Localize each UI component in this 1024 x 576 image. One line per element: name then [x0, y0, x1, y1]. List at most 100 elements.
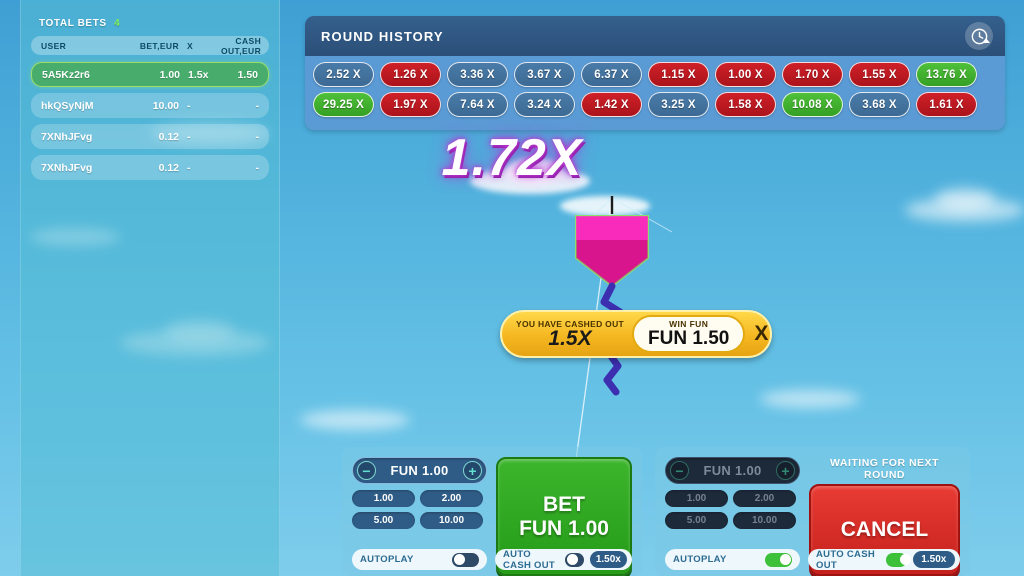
switch-knob [900, 554, 912, 565]
history-badge[interactable]: 1.55 X [849, 62, 910, 87]
bet-panel-right-footer: AUTOPLAY AUTO CASH OUT 1.50x [665, 548, 960, 571]
total-bets-count: 4 [114, 18, 121, 29]
bets-sidebar: TOTAL BETS 4 USER BET,EUR X CASH OUT,EUR… [20, 0, 280, 576]
history-badge[interactable]: 3.68 X [849, 92, 910, 117]
quick-amounts-left: 1.00 2.00 5.00 10.00 [352, 490, 487, 529]
chevron-up-icon [982, 38, 990, 43]
autoplay-toggle-right[interactable]: AUTOPLAY [665, 549, 800, 570]
autocashout-switch-left[interactable] [565, 552, 584, 567]
autoplay-switch-right[interactable] [765, 552, 792, 567]
win-pill: WIN FUN FUN 1.50 [632, 315, 746, 353]
round-history-title: ROUND HISTORY [321, 28, 444, 44]
autoplay-label-right: AUTOPLAY [673, 554, 727, 565]
history-badge[interactable]: 1.70 X [782, 62, 843, 87]
column-x: X [187, 40, 194, 51]
bet-amount-stepper-right: − FUN 1.00 + [665, 457, 800, 484]
current-multiplier: 1.72X [441, 129, 583, 187]
total-bets-header: TOTAL BETS 4 [39, 18, 269, 29]
table-row: hkQSyNjM 10.00- - [31, 93, 269, 118]
quick-amount-button[interactable]: 1.00 [352, 490, 415, 507]
autocashout-value-left[interactable]: 1.50x [589, 551, 628, 568]
column-bet: BET,EUR [139, 40, 179, 51]
quick-amount-button[interactable]: 2.00 [420, 490, 483, 507]
autoplay-toggle-left[interactable]: AUTOPLAY [352, 549, 487, 570]
cell-bet: 10.00 [152, 99, 179, 112]
cell-user: 5A5Kz2r6 [42, 68, 90, 81]
autoplay-switch-left[interactable] [452, 552, 479, 567]
autocashout-switch-right[interactable] [885, 552, 912, 567]
bet-panel-left: − FUN 1.00 + 1.00 2.00 5.00 10.00 BET FUN 1… [342, 447, 642, 576]
win-amount: FUN 1.50 [648, 328, 730, 349]
history-badge[interactable]: 1.15 X [648, 62, 709, 87]
quick-amount-button: 1.00 [665, 490, 728, 507]
round-history-header: ROUND HISTORY [305, 16, 1005, 56]
cell-x: 1.5x [188, 68, 209, 81]
minus-icon: − [670, 461, 689, 480]
quick-amounts-right: 1.00 2.00 5.00 10.00 [665, 490, 800, 529]
cashed-out-x-suffix: X [754, 322, 769, 345]
bet-button-line2: FUN 1.00 [519, 516, 609, 540]
cloud [300, 410, 410, 430]
plus-icon: + [776, 461, 795, 480]
cashed-out-banner: YOU HAVE CASHED OUT 1.5X WIN FUN FUN 1.5… [500, 310, 772, 358]
history-badge[interactable]: 1.61 X [916, 92, 977, 117]
column-cashout: CASH OUT,EUR [221, 35, 262, 56]
quick-amount-button: 10.00 [733, 512, 796, 529]
cell-cashout: 1.50 [237, 68, 258, 81]
autocashout-label-right: AUTO CASH OUT [816, 548, 875, 571]
quick-amount-button: 5.00 [665, 512, 728, 529]
history-badge[interactable]: 3.25 X [648, 92, 709, 117]
quick-amount-button: 2.00 [733, 490, 796, 507]
quick-amount-button[interactable]: 5.00 [352, 512, 415, 529]
history-badge[interactable]: 2.52 X [313, 62, 374, 87]
history-badge[interactable]: 3.67 X [514, 62, 575, 87]
history-badge[interactable]: 1.97 X [380, 92, 441, 117]
bet-amount-value-left: FUN 1.00 [390, 463, 449, 478]
autocashout-toggle-right[interactable]: AUTO CASH OUT 1.50x [808, 548, 960, 571]
quick-amount-button[interactable]: 10.00 [420, 512, 483, 529]
history-badge[interactable]: 6.37 X [581, 62, 642, 87]
round-history-body: 2.52 X 1.26 X 3.36 X 3.67 X 6.37 X 1.15 X 1.00… [305, 56, 1005, 117]
history-badge[interactable]: 1.00 X [715, 62, 776, 87]
history-badge[interactable]: 1.42 X [581, 92, 642, 117]
history-row-2: 29.25 X 1.97 X 7.64 X 3.24 X 1.42 X 3.25 X 1.5… [313, 92, 997, 117]
history-badge[interactable]: 1.26 X [380, 62, 441, 87]
autocashout-value-right[interactable]: 1.50x [912, 551, 955, 568]
cell-x: - [187, 99, 191, 112]
round-history-panel: ROUND HISTORY 2.52 X 1.26 X 3.36 X 3.67 X 6.… [305, 16, 1005, 130]
cell-cashout: - [255, 99, 260, 112]
cashed-out-multiplier: 1.5X [548, 327, 592, 350]
plus-icon[interactable]: + [463, 461, 482, 480]
history-clock-button[interactable] [965, 22, 993, 50]
cancel-button-label: CANCEL [840, 518, 929, 541]
history-badge[interactable]: 7.64 X [447, 92, 508, 117]
bet-amount-value-right: FUN 1.00 [703, 463, 762, 478]
column-user: USER [41, 40, 67, 51]
waiting-status: WAITING FOR NEXT ROUND [830, 457, 939, 481]
history-badge[interactable]: 13.76 X [916, 62, 977, 87]
bet-button-line1: BET [543, 492, 585, 516]
bet-panel-right: − FUN 1.00 + 1.00 2.00 5.00 10.00 WAITING F… [655, 447, 970, 576]
history-badge[interactable]: 29.25 X [313, 92, 374, 117]
switch-knob [566, 554, 578, 565]
cell-bet: 1.00 [159, 68, 180, 81]
bet-amount-stepper-left[interactable]: − FUN 1.00 + [352, 457, 487, 484]
switch-knob [779, 554, 791, 565]
cloud [935, 188, 995, 210]
history-badge[interactable]: 3.24 X [514, 92, 575, 117]
cloud [760, 390, 860, 408]
cell-user: hkQSyNjM [41, 99, 94, 112]
autocashout-label-left: AUTO CASH OUT [503, 548, 556, 571]
cloud [560, 196, 650, 216]
switch-knob [453, 554, 465, 565]
minus-icon[interactable]: − [357, 461, 376, 480]
cashed-out-info: YOU HAVE CASHED OUT 1.5X [516, 319, 624, 349]
autocashout-toggle-left[interactable]: AUTO CASH OUT 1.50x [495, 548, 632, 571]
autoplay-label-left: AUTOPLAY [360, 554, 414, 565]
history-badge[interactable]: 1.58 X [715, 92, 776, 117]
history-badge[interactable]: 10.08 X [782, 92, 843, 117]
total-bets-label: TOTAL BETS [39, 18, 107, 29]
bet-panel-left-footer: AUTOPLAY AUTO CASH OUT 1.50x [352, 548, 632, 571]
bets-table-header: USER BET,EUR X CASH OUT,EUR [31, 35, 269, 56]
history-badge[interactable]: 3.36 X [447, 62, 508, 87]
